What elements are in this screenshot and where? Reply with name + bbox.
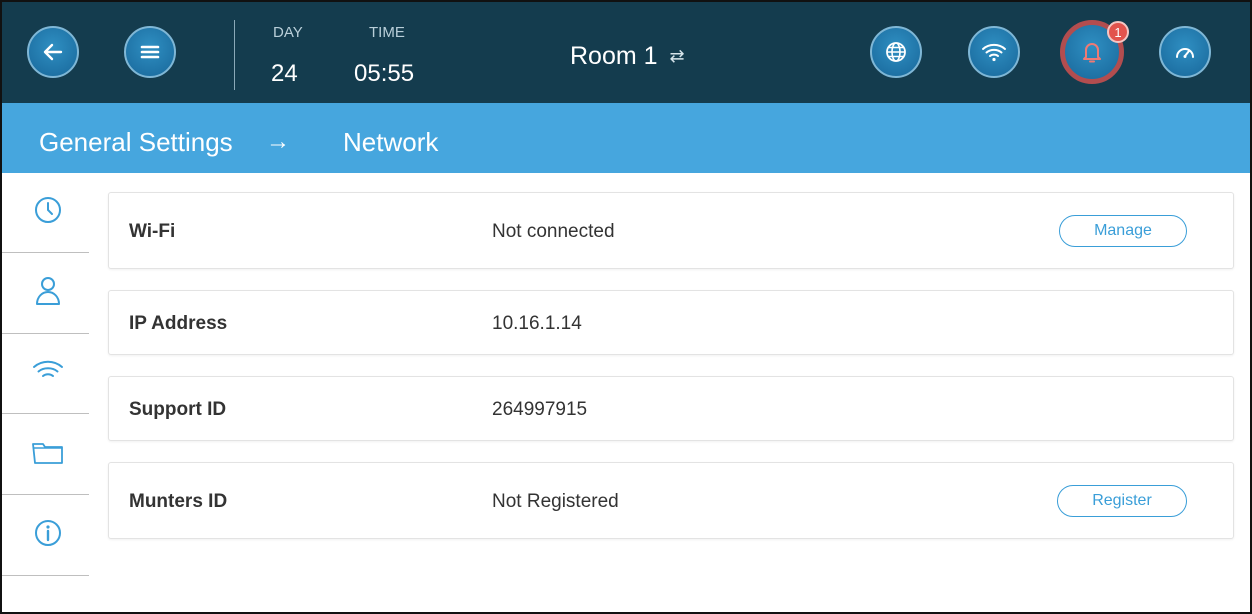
header-divider (234, 20, 235, 90)
wifi-button[interactable] (968, 26, 1020, 78)
ip-address-label: IP Address (129, 313, 228, 334)
gauge-icon (1176, 48, 1194, 58)
wifi-status: Not connected (492, 221, 615, 242)
sidebar-separator (2, 413, 89, 414)
munters-id-row: Munters ID Not Registered Register (108, 462, 1234, 539)
support-id-value: 264997915 (492, 399, 588, 420)
back-button[interactable] (27, 26, 79, 78)
app-frame: DAY 24 TIME 05:55 Room 1 ⇄ 1 General Set… (0, 0, 1252, 614)
time-value: 05:55 (354, 60, 415, 87)
sidebar-item-files[interactable] (29, 434, 67, 472)
wifi-icon (33, 360, 63, 377)
globe-icon (886, 42, 906, 62)
folder-icon (32, 443, 63, 464)
menu-button[interactable] (124, 26, 176, 78)
day-label: DAY (273, 24, 303, 41)
sidebar-separator (2, 333, 89, 334)
user-icon (36, 277, 60, 305)
sidebar-item-users[interactable] (29, 272, 67, 310)
swap-arrows-icon: ⇄ (669, 46, 685, 66)
time-label: TIME (369, 24, 405, 41)
wifi-row: Wi-Fi Not connected Manage (108, 192, 1234, 269)
globe-button[interactable] (870, 26, 922, 78)
gauge-button[interactable] (1159, 26, 1211, 78)
sidebar-item-about[interactable] (29, 514, 67, 552)
ip-address-value: 10.16.1.14 (492, 313, 582, 334)
wifi-icon (982, 43, 1006, 62)
munters-id-label: Munters ID (129, 491, 228, 512)
hamburger-menu-icon (140, 45, 160, 59)
info-icon (35, 520, 61, 546)
room-selector[interactable]: Room 1 ⇄ (570, 42, 685, 71)
sidebar-separator (2, 252, 89, 253)
sidebar-separator (2, 494, 89, 495)
bell-icon (1083, 43, 1101, 63)
ip-address-row: IP Address 10.16.1.14 (108, 290, 1234, 355)
day-value: 24 (271, 60, 298, 87)
sidebar-item-time[interactable] (29, 191, 67, 229)
sidebar-separator (2, 575, 89, 576)
top-bar: DAY 24 TIME 05:55 Room 1 ⇄ 1 (2, 2, 1250, 103)
support-id-row: Support ID 264997915 (108, 376, 1234, 441)
sidebar-item-network[interactable] (29, 352, 67, 390)
wifi-label: Wi-Fi (129, 221, 176, 242)
alarm-count-badge: 1 (1107, 21, 1129, 43)
munters-id-value: Not Registered (492, 491, 619, 512)
manage-button[interactable]: Manage (1059, 215, 1187, 247)
breadcrumb-general-settings[interactable]: General Settings (39, 127, 233, 158)
breadcrumb: General Settings → Network (2, 103, 1250, 173)
room-name: Room 1 (570, 42, 658, 70)
clock-icon (35, 197, 61, 223)
arrow-left-icon (43, 43, 63, 61)
breadcrumb-network: Network (343, 127, 439, 157)
breadcrumb-arrow-icon: → (266, 128, 290, 155)
support-id-label: Support ID (129, 399, 227, 420)
register-button[interactable]: Register (1057, 485, 1187, 517)
